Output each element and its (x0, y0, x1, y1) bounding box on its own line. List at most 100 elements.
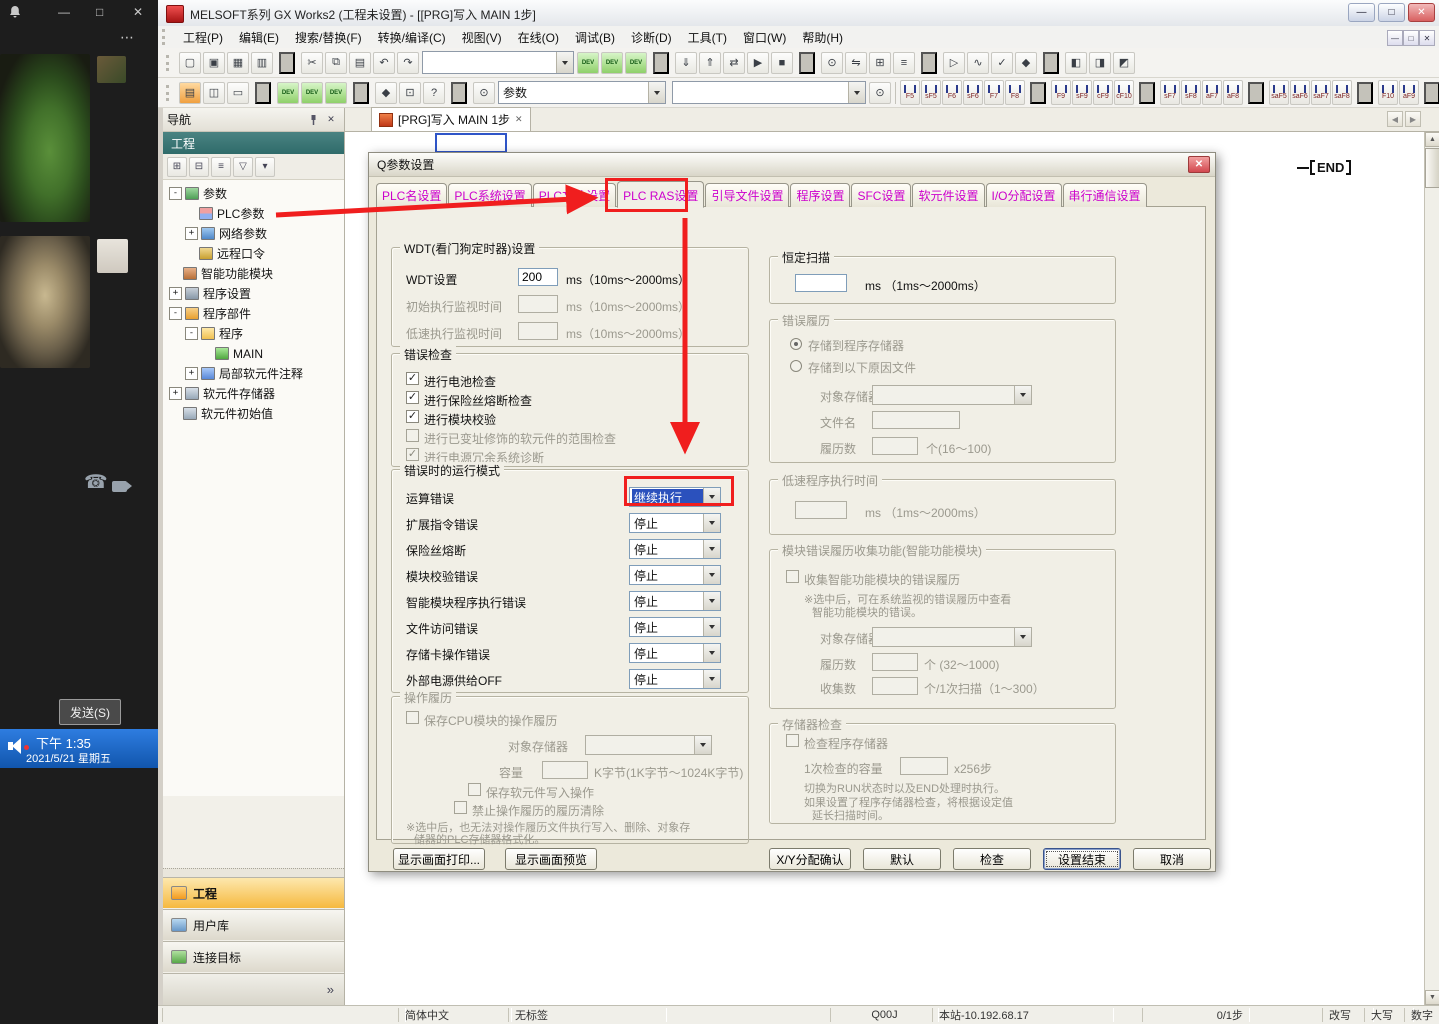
tree-item-device-initial[interactable]: 软元件初始值 (163, 404, 344, 423)
tree-item-remote-password[interactable]: 远程口令 (163, 244, 344, 263)
scrollbar-thumb[interactable] (1425, 148, 1439, 188)
pin-icon[interactable] (304, 111, 322, 128)
tree-item-intelligent-module[interactable]: 智能功能模块 (163, 264, 344, 283)
ladder-symbol-button[interactable]: sF7 (1160, 80, 1180, 105)
check-button[interactable]: 检查 (953, 848, 1031, 870)
write-to-plc-icon[interactable]: ⇓ (675, 52, 697, 74)
nav-expand-all-icon[interactable]: ⊞ (167, 157, 187, 177)
ladder-symbol-button[interactable]: saF5 (1269, 80, 1289, 105)
dialog-titlebar[interactable]: Q参数设置 ✕ (369, 153, 1215, 177)
tree-expander[interactable]: + (169, 387, 182, 400)
dock-window-icon[interactable]: ◫ (203, 82, 225, 104)
redo-icon[interactable]: ↷ (397, 52, 419, 74)
tree-expander[interactable]: + (169, 287, 182, 300)
toolbar-grip[interactable] (166, 85, 174, 101)
chevron-down-icon[interactable] (703, 488, 720, 506)
chevron-down-icon[interactable] (648, 82, 665, 103)
close-icon[interactable]: ✕ (515, 114, 523, 125)
window-close-button[interactable]: ✕ (1408, 3, 1435, 22)
nav-button-connection[interactable]: 连接目标 (163, 941, 344, 972)
ladder-symbol-button[interactable]: F9 (1051, 80, 1071, 105)
scroll-down-icon[interactable]: ▼ (1425, 990, 1439, 1005)
ladder-symbol-button[interactable]: sF8 (1181, 80, 1201, 105)
chevron-down-icon[interactable] (703, 670, 720, 688)
tree-item-device-memory[interactable]: + 软元件存储器 (163, 384, 344, 403)
nav-button-project[interactable]: 工程 (163, 877, 344, 908)
fuse-blown-check-checkbox[interactable] (406, 391, 419, 404)
chevron-down-icon[interactable] (848, 82, 865, 103)
device-note-icon[interactable]: DEV (325, 82, 347, 104)
open-project-icon[interactable]: ▣ (203, 52, 225, 74)
external-power-off-combo[interactable]: 停止 (629, 669, 721, 689)
toolbar-grip[interactable] (166, 55, 174, 71)
file-access-error-combo[interactable]: 停止 (629, 617, 721, 637)
fuse-blown-combo[interactable]: 停止 (629, 539, 721, 559)
undo-icon[interactable]: ↶ (373, 52, 395, 74)
chat-close-icon[interactable]: ✕ (133, 5, 143, 19)
dialog-close-button[interactable]: ✕ (1188, 156, 1210, 173)
ladder-symbol-button[interactable]: F5 (900, 80, 920, 105)
device-list-icon[interactable]: ≡ (893, 52, 915, 74)
device-comment2-icon[interactable]: DEV (277, 82, 299, 104)
menu-item[interactable]: 工具(T) (680, 27, 735, 48)
tree-item-program[interactable]: - 程序 (163, 324, 344, 343)
menu-item[interactable]: 窗口(W) (735, 27, 794, 48)
find-string-combo[interactable] (672, 81, 866, 104)
photo-cooking-pot[interactable] (0, 236, 90, 368)
menubar-grip[interactable] (162, 29, 170, 45)
menu-item[interactable]: 调试(B) (567, 27, 623, 48)
tree-item-pou[interactable]: - 程序部件 (163, 304, 344, 323)
menu-item[interactable]: 视图(V) (454, 27, 510, 48)
help-icon[interactable]: ? (423, 82, 445, 104)
ladder-symbol-button[interactable]: F7 (984, 80, 1004, 105)
menu-item[interactable]: 工程(P) (175, 27, 231, 48)
new-project-icon[interactable]: ▢ (179, 52, 201, 74)
tab-scroll-left-icon[interactable]: ◀ (1387, 111, 1403, 127)
tree-expander[interactable]: + (185, 367, 198, 380)
photo-cooking-vegetables[interactable] (0, 54, 90, 222)
tab-plc-ras[interactable]: PLC RAS设置 (617, 181, 704, 208)
battery-check-checkbox[interactable] (406, 372, 419, 385)
print-icon[interactable]: ▥ (251, 52, 273, 74)
ladder-symbol-button[interactable]: aF7 (1202, 80, 1222, 105)
nav-button-user-library[interactable]: 用户库 (163, 909, 344, 940)
window-minimize-button[interactable]: — (1348, 3, 1375, 22)
data-type-combo[interactable]: 参数 (498, 81, 666, 104)
save-project-icon[interactable]: ▦ (227, 52, 249, 74)
search-icon[interactable]: ⊙ (869, 82, 891, 104)
tab-serial-communication[interactable]: 串行通信设置 (1063, 183, 1147, 207)
project-window-icon[interactable]: ▤ (179, 82, 201, 104)
simulation-icon[interactable]: ▷ (943, 52, 965, 74)
mdi-restore-icon[interactable]: □ (1403, 30, 1419, 46)
mdi-close-icon[interactable]: ✕ (1419, 30, 1435, 46)
output-window-icon[interactable]: ▭ (227, 82, 249, 104)
ladder-symbol-button[interactable]: cF9 (1093, 80, 1113, 105)
memory-card-error-combo[interactable]: 停止 (629, 643, 721, 663)
tab-plc-name[interactable]: PLC名设置 (376, 183, 447, 207)
menu-item[interactable]: 诊断(D) (623, 27, 680, 48)
nav-collapse-all-icon[interactable]: ⊟ (189, 157, 209, 177)
project-data-combo[interactable] (422, 51, 574, 74)
ladder-symbol-button[interactable]: F8 (1005, 80, 1025, 105)
default-button[interactable]: 默认 (863, 848, 941, 870)
xy-assignment-confirm-button[interactable]: X/Y分配确认 (769, 848, 851, 870)
ladder-symbol-button[interactable]: saF6 (1290, 80, 1310, 105)
tree-expander[interactable]: - (169, 307, 182, 320)
note-display-icon[interactable]: ◩ (1113, 52, 1135, 74)
parameter-setting-icon[interactable]: ◆ (375, 82, 397, 104)
nav-sort-icon[interactable]: ≡ (211, 157, 231, 177)
photo-thumbnail-1[interactable] (97, 56, 126, 83)
tree-item-plc-parameter[interactable]: PLC参数 (163, 204, 344, 223)
chevron-down-icon[interactable] (703, 644, 720, 662)
chat-restore-icon[interactable]: □ (96, 5, 103, 19)
voice-call-icon[interactable]: ☎ (84, 476, 108, 490)
ladder-symbol-button[interactable]: aF8 (1223, 80, 1243, 105)
tree-item-parameter[interactable]: - 参数 (163, 184, 344, 203)
chevron-down-icon[interactable] (703, 514, 720, 532)
tree-item-main[interactable]: MAIN (163, 344, 344, 363)
intelligent-module-icon[interactable]: ⊡ (399, 82, 421, 104)
nav-view-menu-icon[interactable]: ▾ (255, 157, 275, 177)
tab-plc-file[interactable]: PLC文件设置 (533, 183, 616, 207)
read-from-plc-icon[interactable]: ⇑ (699, 52, 721, 74)
find2-icon[interactable]: ⊙ (473, 82, 495, 104)
